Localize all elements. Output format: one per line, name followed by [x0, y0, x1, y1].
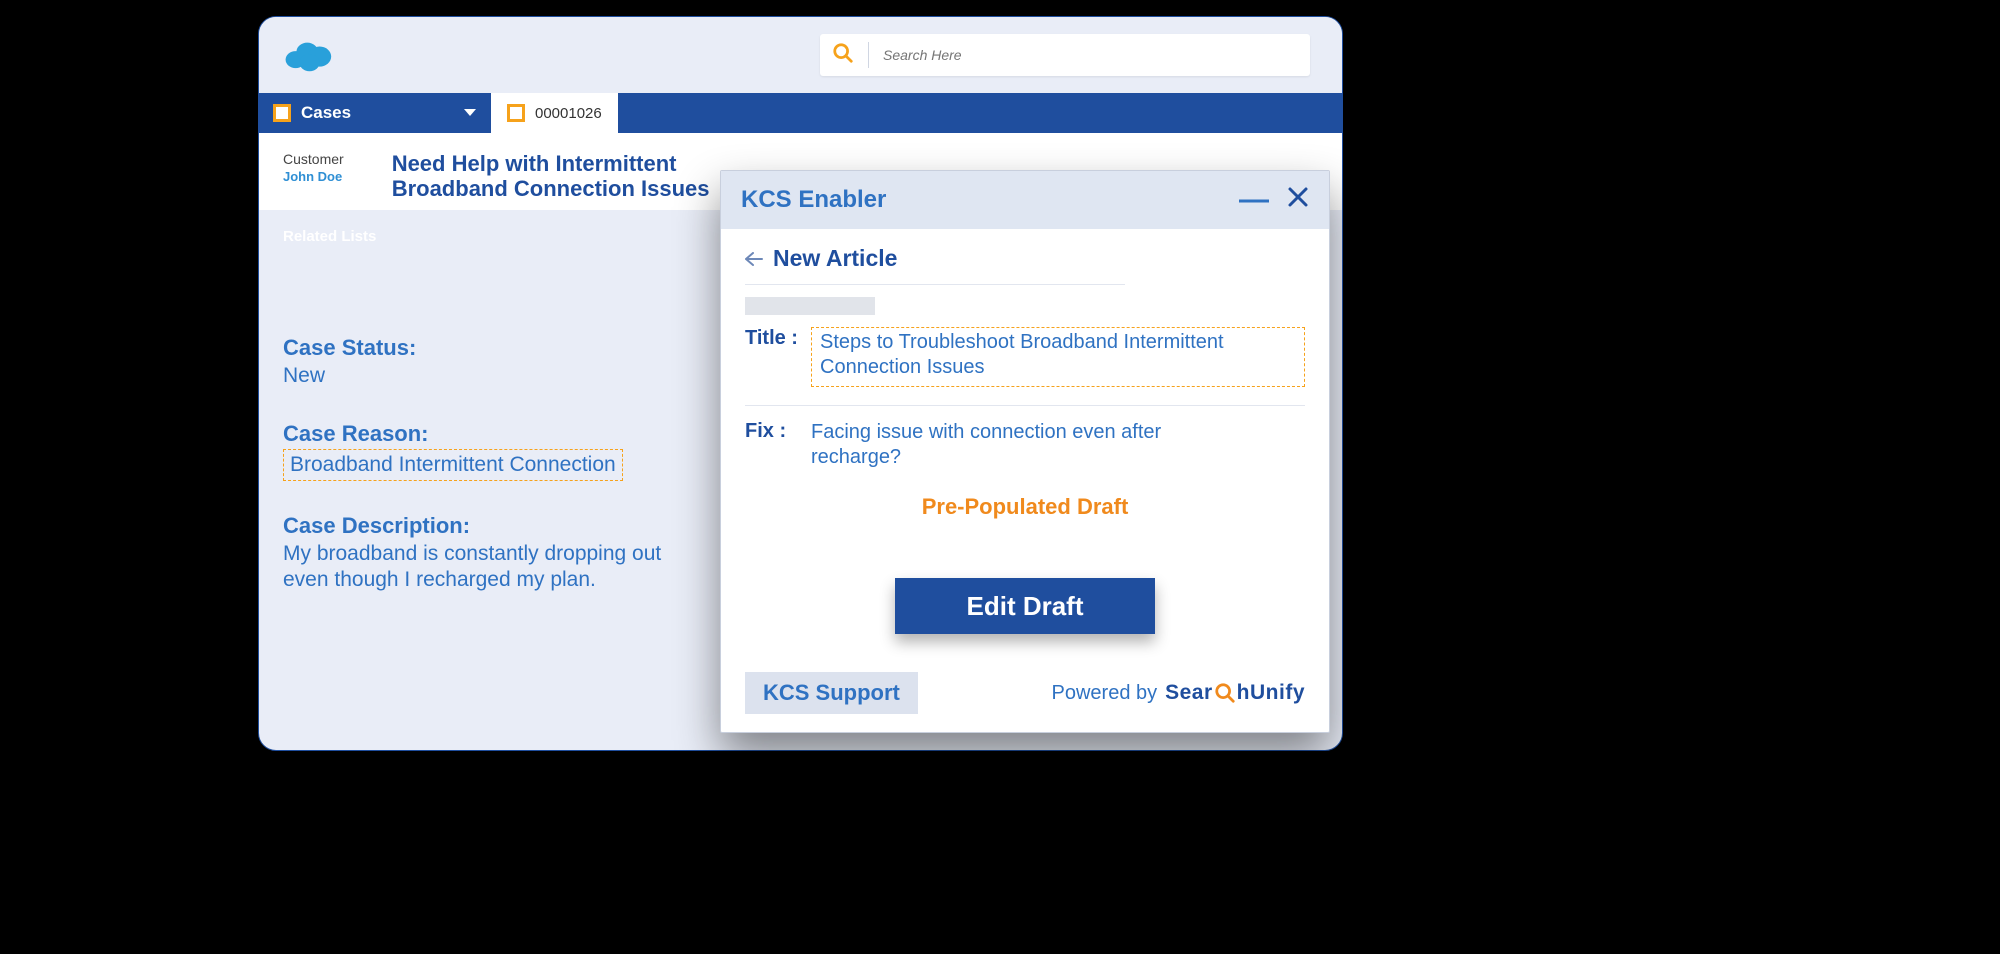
article-fix-row: Fix : Facing issue with connection even … [745, 420, 1305, 470]
cases-icon [273, 104, 291, 122]
search-icon [832, 42, 854, 69]
chevron-down-icon [463, 103, 477, 123]
case-tab-number: 00001026 [535, 105, 602, 122]
close-icon[interactable] [1287, 186, 1309, 215]
article-title-label: Title : [745, 327, 803, 350]
powered-by: Powered by Sear hUnify [1052, 681, 1306, 705]
nav-bar: Cases 00001026 [259, 93, 1342, 133]
global-search[interactable] [820, 34, 1310, 76]
searchunify-icon [1214, 682, 1236, 704]
customer-label: Customer [283, 151, 344, 167]
article-fix-label: Fix : [745, 420, 803, 443]
article-fix-value: Facing issue with connection even after … [811, 420, 1191, 470]
case-tab-icon [507, 104, 525, 122]
app-header [259, 17, 1342, 93]
case-reason-value: Broadband Intermittent Connection [283, 449, 623, 481]
nav-cases-label: Cases [301, 103, 351, 123]
case-tab[interactable]: 00001026 [491, 93, 618, 133]
customer-block: Customer John Doe [283, 151, 344, 202]
divider [745, 405, 1305, 406]
salesforce-cloud-icon [283, 38, 333, 72]
case-description-value: My broadband is constantly dropping out … [283, 541, 703, 594]
kcs-panel-header: KCS Enabler — [721, 171, 1329, 229]
prepopulated-draft-label: Pre-Populated Draft [745, 494, 1305, 520]
kcs-support-button[interactable]: KCS Support [745, 672, 918, 714]
searchunify-logo: Sear hUnify [1165, 681, 1305, 705]
powered-by-label: Powered by [1052, 682, 1158, 705]
kcs-footer: KCS Support Powered by Sear hUnify [721, 668, 1329, 732]
edit-draft-button[interactable]: Edit Draft [895, 578, 1155, 634]
case-title: Need Help with Intermittent Broadband Co… [392, 151, 732, 202]
article-title-value[interactable]: Steps to Troubleshoot Broadband Intermit… [811, 327, 1305, 387]
kcs-panel-title: KCS Enabler [741, 186, 886, 214]
back-arrow-icon[interactable] [745, 245, 763, 272]
customer-name[interactable]: John Doe [283, 169, 344, 184]
divider [745, 284, 1125, 285]
article-title-row: Title : Steps to Troubleshoot Broadband … [745, 327, 1305, 387]
new-article-label: New Article [773, 245, 897, 272]
kcs-enabler-panel: KCS Enabler — New Article [720, 170, 1330, 733]
case-status-value: New [283, 363, 703, 389]
search-input[interactable] [883, 47, 1298, 63]
new-article-heading[interactable]: New Article [745, 245, 1305, 280]
separator [868, 42, 869, 68]
nav-cases-dropdown[interactable]: Cases [259, 93, 491, 133]
placeholder-block [745, 297, 875, 315]
